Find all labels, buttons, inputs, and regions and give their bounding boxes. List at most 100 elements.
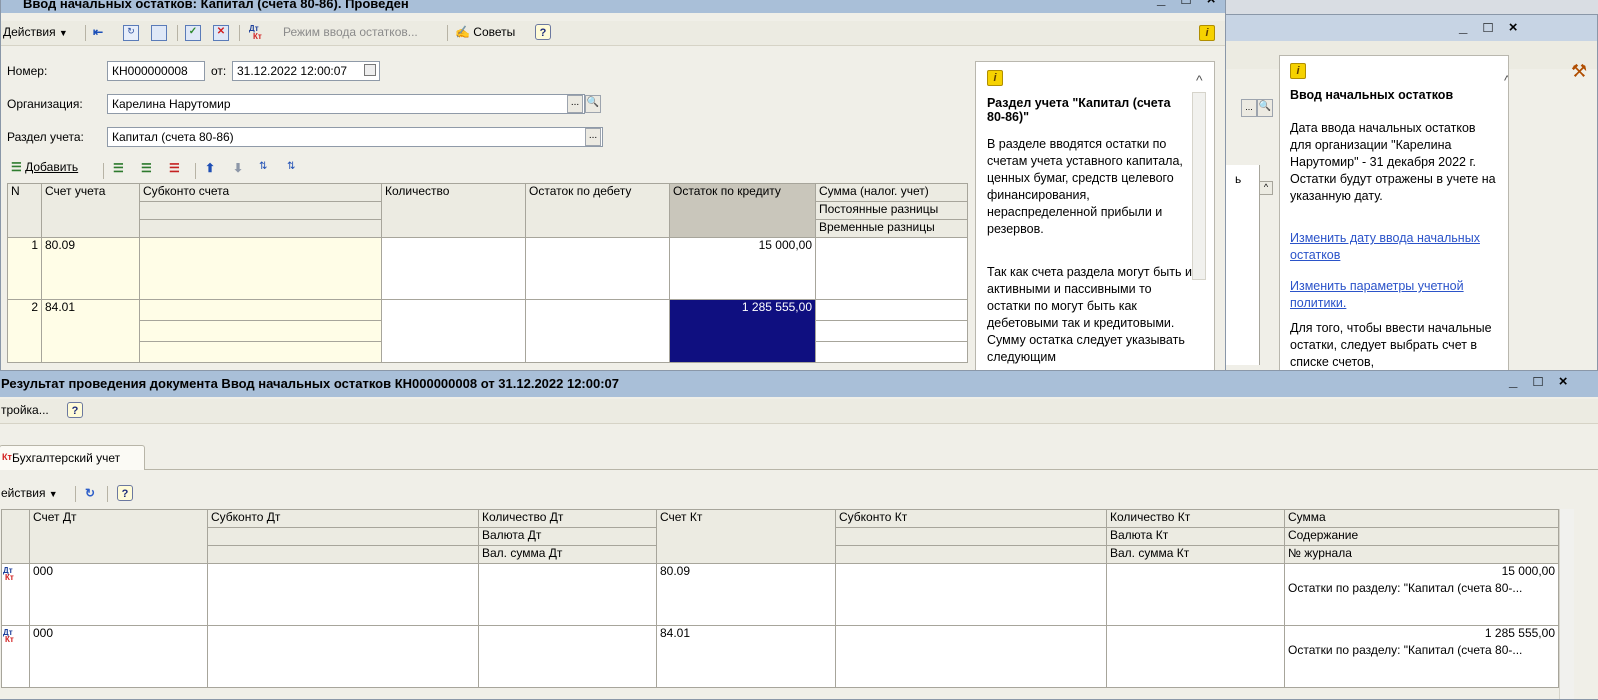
sort-descending-icon[interactable]: ⇅ bbox=[287, 161, 303, 177]
delete-row-icon[interactable]: ☰ bbox=[169, 161, 185, 177]
col-sub-dt-header[interactable]: Субконто Дт bbox=[207, 509, 479, 528]
date-field[interactable]: 31.12.2022 12:00:07 bbox=[232, 61, 380, 81]
posting-acc-dt[interactable]: 000 bbox=[29, 563, 208, 626]
bg-select-button[interactable]: ... bbox=[1241, 99, 1257, 117]
col-content-header[interactable]: Содержание bbox=[1284, 527, 1559, 546]
col-acc-kt-header[interactable]: Счет Кт bbox=[656, 509, 836, 564]
info-toggle-icon[interactable]: i bbox=[1199, 25, 1215, 41]
row-credit[interactable]: 15 000,00 bbox=[669, 237, 816, 300]
col-sum-header[interactable]: Сумма bbox=[1284, 509, 1559, 528]
refresh-document-icon[interactable]: ↻ bbox=[123, 25, 139, 41]
col-perm-diff-header[interactable]: Постоянные разницы bbox=[815, 201, 968, 220]
bg-panel-scroll-up-icon[interactable]: ^ bbox=[1504, 72, 1508, 88]
move-down-icon[interactable]: ⬇ bbox=[233, 161, 249, 177]
posting-acc-kt[interactable]: 84.01 bbox=[656, 625, 836, 688]
row-debit[interactable] bbox=[525, 237, 670, 300]
tab-accounting[interactable]: Кт Бухгалтерский учет bbox=[0, 445, 145, 470]
posting-sub-dt[interactable] bbox=[207, 625, 479, 688]
move-up-icon[interactable]: ⬆ bbox=[205, 161, 221, 177]
posting-qty-dt[interactable] bbox=[478, 625, 657, 688]
bg-scroll-up-icon[interactable]: ^ bbox=[1259, 181, 1273, 195]
posting-sub-kt[interactable] bbox=[835, 625, 1107, 688]
posting-qty-kt[interactable] bbox=[1106, 563, 1285, 626]
organization-field[interactable]: Карелина Нарутомир bbox=[107, 94, 585, 114]
col-sub-kt-header-2[interactable] bbox=[835, 527, 1107, 546]
result-help-button[interactable]: ? bbox=[67, 402, 83, 418]
posting-acc-kt[interactable]: 80.09 bbox=[656, 563, 836, 626]
row-temp-diff[interactable] bbox=[815, 341, 968, 363]
posting-qty-dt[interactable] bbox=[478, 563, 657, 626]
unpost-document-icon[interactable]: ✕ bbox=[213, 25, 229, 41]
panel-scroll-up-icon[interactable]: ^ bbox=[1196, 72, 1203, 88]
col-cur-dt-header[interactable]: Валюта Дт bbox=[478, 527, 657, 546]
organization-search-icon[interactable]: 🔍 bbox=[585, 95, 601, 113]
posting-acc-dt[interactable]: 000 bbox=[29, 625, 208, 688]
col-qty-kt-header[interactable]: Количество Кт bbox=[1106, 509, 1285, 528]
row-subconto-3[interactable] bbox=[139, 341, 382, 363]
col-sub-kt-header-3[interactable] bbox=[835, 545, 1107, 564]
copy-row-icon[interactable]: ☰ bbox=[113, 161, 129, 177]
col-credit-header[interactable]: Остаток по кредиту bbox=[669, 183, 816, 238]
bg-tools-icon[interactable]: ⚒ bbox=[1571, 61, 1587, 82]
actions-menu[interactable]: Действия ▼ bbox=[3, 25, 68, 39]
col-cursum-kt-header[interactable]: Вал. сумма Кт bbox=[1106, 545, 1285, 564]
col-sub-kt-header[interactable]: Субконто Кт bbox=[835, 509, 1107, 528]
table-row[interactable]: Дт Кт 000 84.01 1 285 555,00 Остатки по … bbox=[1, 625, 1559, 688]
row-quantity[interactable] bbox=[381, 237, 526, 300]
posting-sum-cell[interactable]: 15 000,00 Остатки по разделу: "Капитал (… bbox=[1284, 563, 1559, 626]
post-document-icon[interactable]: ✓ bbox=[185, 25, 201, 41]
col-tax-sum-header[interactable]: Сумма (налог. учет) bbox=[815, 183, 968, 202]
row-subconto[interactable] bbox=[139, 237, 382, 300]
row-account[interactable]: 84.01 bbox=[41, 299, 140, 363]
row-debit[interactable] bbox=[525, 299, 670, 363]
col-account-header[interactable]: Счет учета bbox=[41, 183, 140, 238]
col-subconto-header-3[interactable] bbox=[139, 219, 382, 238]
background-window-controls[interactable]: _ □ × bbox=[1459, 19, 1524, 36]
col-subconto-header[interactable]: Субконто счета bbox=[139, 183, 382, 202]
table-row[interactable]: Дт Кт 000 80.09 15 000,00 Остатки по раз… bbox=[1, 563, 1559, 626]
back-arrow-icon[interactable]: ⇤ bbox=[93, 25, 109, 41]
tips-button[interactable]: ✍ Советы bbox=[455, 25, 515, 39]
row-subconto-2[interactable] bbox=[139, 320, 382, 342]
row-credit-selected[interactable]: 1 285 555,00 bbox=[669, 299, 816, 363]
number-field[interactable]: КН000000008 bbox=[107, 61, 205, 81]
posting-sum-cell[interactable]: 1 285 555,00 Остатки по разделу: "Капита… bbox=[1284, 625, 1559, 688]
result-vertical-scrollbar[interactable] bbox=[1559, 509, 1574, 699]
row-perm-diff[interactable] bbox=[815, 320, 968, 342]
copy-document-icon[interactable] bbox=[151, 25, 167, 41]
help-button[interactable]: ? bbox=[535, 24, 551, 40]
settings-button[interactable]: тройка... bbox=[1, 403, 49, 417]
panel-scrollbar[interactable] bbox=[1192, 92, 1206, 280]
row-subconto-1[interactable] bbox=[139, 299, 382, 321]
section-field[interactable]: Капитал (счета 80-86) bbox=[107, 127, 603, 147]
col-n-header[interactable]: N bbox=[7, 183, 42, 238]
col-journal-header[interactable]: № журнала bbox=[1284, 545, 1559, 564]
row-tax-sum[interactable] bbox=[815, 299, 968, 321]
table-row[interactable]: 2 84.01 1 285 555,00 bbox=[7, 299, 968, 363]
add-row-button[interactable]: ☰ Добавить bbox=[11, 160, 78, 174]
bg-panel-link-change-date[interactable]: Изменить дату ввода начальных остатков bbox=[1290, 230, 1500, 264]
col-subconto-header-2[interactable] bbox=[139, 201, 382, 220]
sort-ascending-icon[interactable]: ⇅ bbox=[259, 161, 275, 177]
document-window-controls[interactable]: _ □ × bbox=[1157, 0, 1222, 8]
row-account[interactable]: 80.09 bbox=[41, 237, 140, 300]
col-qty-dt-header[interactable]: Количество Дт bbox=[478, 509, 657, 528]
posting-sub-dt[interactable] bbox=[207, 563, 479, 626]
col-debit-header[interactable]: Остаток по дебету bbox=[525, 183, 670, 238]
dt-kt-icon[interactable]: Дт Кт bbox=[247, 25, 263, 41]
result-actions-menu[interactable]: ействия ▼ bbox=[1, 486, 58, 500]
col-acc-dt-header[interactable]: Счет Дт bbox=[29, 509, 208, 564]
col-sub-dt-header-3[interactable] bbox=[207, 545, 479, 564]
edit-row-icon[interactable]: ☰ bbox=[141, 161, 157, 177]
row-quantity[interactable] bbox=[381, 299, 526, 363]
col-cursum-dt-header[interactable]: Вал. сумма Дт bbox=[478, 545, 657, 564]
bg-panel-link-accounting-policy[interactable]: Изменить параметры учетной политики. bbox=[1290, 278, 1500, 312]
refresh-icon[interactable]: ↻ bbox=[85, 486, 101, 502]
balance-input-mode-button[interactable]: Режим ввода остатков... bbox=[283, 25, 418, 39]
col-quantity-header[interactable]: Количество bbox=[381, 183, 526, 238]
result-window-controls[interactable]: _ □ × bbox=[1509, 373, 1574, 390]
col-temp-diff-header[interactable]: Временные разницы bbox=[815, 219, 968, 238]
col-cur-kt-header[interactable]: Валюта Кт bbox=[1106, 527, 1285, 546]
section-select-button[interactable]: ... bbox=[585, 128, 601, 146]
posting-sub-kt[interactable] bbox=[835, 563, 1107, 626]
